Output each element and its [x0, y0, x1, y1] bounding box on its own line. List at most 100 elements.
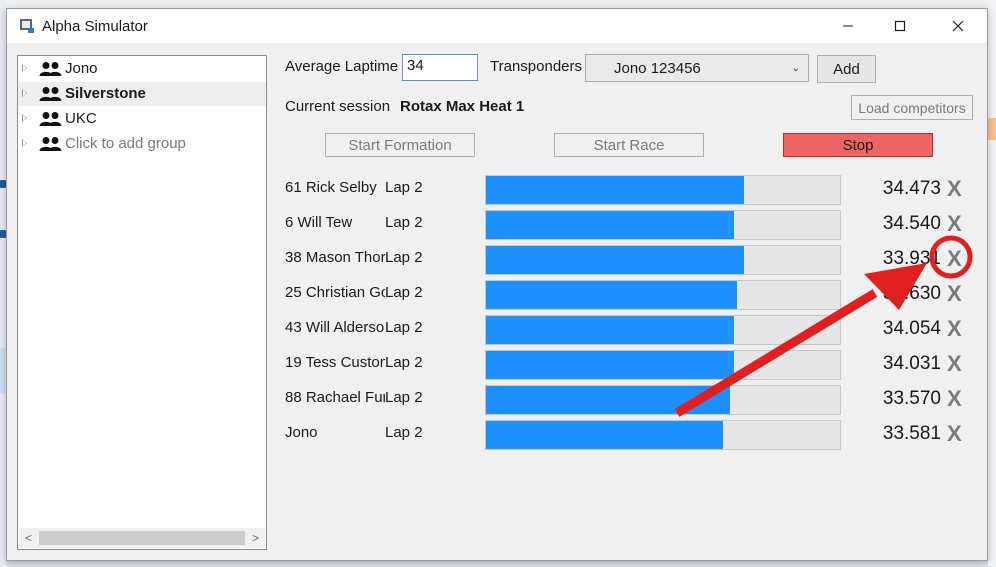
tree-item-label: Click to add group — [65, 135, 186, 152]
remove-competitor-icon[interactable]: X — [947, 246, 962, 272]
competitor-name: 88 Rachael Furl — [285, 389, 385, 406]
competitor-row: 61 Rick Selby Lap 2 34.473 X — [7, 172, 989, 206]
close-icon — [952, 20, 964, 32]
competitor-row: 19 Tess Custom Lap 2 34.031 X — [7, 347, 989, 381]
group-icon — [39, 87, 62, 101]
lap-progress-bar — [485, 210, 841, 240]
remove-competitor-icon[interactable]: X — [947, 386, 962, 412]
competitor-lap: Lap 2 — [385, 319, 423, 336]
add-transponder-button[interactable]: Add — [817, 55, 876, 83]
remove-competitor-icon[interactable]: X — [947, 176, 962, 202]
remove-competitor-icon[interactable]: X — [947, 351, 962, 377]
lap-progress-fill — [486, 351, 734, 379]
average-laptime-input[interactable]: 34 — [402, 54, 478, 81]
lap-progress-bar — [485, 280, 841, 310]
close-button[interactable] — [935, 9, 981, 43]
tree-item-label: Silverstone — [65, 85, 146, 102]
current-session-label: Current session — [285, 98, 391, 115]
remove-competitor-icon[interactable]: X — [947, 281, 962, 307]
competitor-row: 25 Christian Go Lap 2 34.630 X — [7, 277, 989, 311]
tree-item-add-group[interactable]: Click to add group — [18, 132, 266, 156]
competitor-name: 61 Rick Selby — [285, 179, 377, 196]
tree-item-jono[interactable]: Jono — [18, 57, 266, 81]
competitor-laptime: 34.473 — [882, 178, 941, 199]
alpha-simulator-window: Alpha Simulator Jono Silverstone UKC Cli… — [6, 8, 988, 561]
window-title: Alpha Simulator — [42, 18, 148, 35]
title-bar: Alpha Simulator — [7, 9, 987, 43]
competitor-lap: Lap 2 — [385, 424, 423, 441]
competitor-name: 43 Will Alderso — [285, 319, 385, 336]
tree-item-silverstone[interactable]: Silverstone — [18, 82, 266, 106]
chevron-down-icon: ⌄ — [791, 63, 800, 74]
lap-progress-bar — [485, 245, 841, 275]
competitor-laptime: 33.570 — [882, 388, 941, 409]
scroll-thumb[interactable] — [39, 531, 245, 545]
lap-progress-fill — [486, 386, 731, 414]
competitor-laptime: 33.581 — [882, 423, 941, 444]
remove-competitor-icon[interactable]: X — [947, 316, 962, 342]
lap-progress-bar — [485, 175, 841, 205]
competitor-laptime: 34.540 — [882, 213, 941, 234]
competitor-name: 19 Tess Custom — [285, 354, 385, 371]
minimize-button[interactable] — [825, 9, 871, 43]
competitor-row: 88 Rachael Furl Lap 2 33.570 X — [7, 382, 989, 416]
current-session-value: Rotax Max Heat 1 — [400, 98, 525, 115]
competitor-laptime: 33.931 — [882, 248, 941, 269]
competitor-laptime: 34.031 — [882, 353, 941, 374]
maximize-button[interactable] — [877, 9, 923, 43]
stop-button[interactable]: Stop — [783, 133, 933, 157]
lap-progress-bar — [485, 420, 841, 450]
lap-progress-fill — [486, 421, 724, 449]
group-icon — [39, 137, 62, 151]
expand-arrow-icon[interactable] — [22, 64, 27, 72]
lap-progress-fill — [486, 281, 738, 309]
competitor-row: Jono Lap 2 33.581 X — [7, 417, 989, 451]
competitor-row: 43 Will Alderso Lap 2 34.054 X — [7, 312, 989, 346]
lap-progress-fill — [486, 246, 745, 274]
app-icon — [20, 19, 34, 33]
remove-competitor-icon[interactable]: X — [947, 421, 962, 447]
competitor-name: 38 Mason Thor — [285, 249, 385, 266]
tree-item-ukc[interactable]: UKC — [18, 107, 266, 131]
horizontal-scrollbar[interactable]: < > — [19, 528, 265, 548]
competitor-lap: Lap 2 — [385, 354, 423, 371]
transponders-selected-value: Jono 123456 — [614, 60, 701, 77]
lap-progress-fill — [486, 211, 734, 239]
group-icon — [39, 112, 62, 126]
transponders-label: Transponders — [490, 58, 582, 75]
maximize-icon — [894, 20, 906, 32]
expand-arrow-icon[interactable] — [22, 89, 27, 97]
remove-competitor-icon[interactable]: X — [947, 211, 962, 237]
competitor-lap: Lap 2 — [385, 249, 423, 266]
lap-progress-fill — [486, 176, 745, 204]
competitor-name: 25 Christian Go — [285, 284, 385, 301]
background-app-right — [988, 0, 996, 567]
competitor-lap: Lap 2 — [385, 214, 423, 231]
load-competitors-button[interactable]: Load competitors — [851, 95, 973, 120]
average-laptime-label: Average Laptime — [285, 58, 399, 75]
tree-item-label: Jono — [65, 60, 98, 77]
competitor-lap: Lap 2 — [385, 179, 423, 196]
minimize-icon — [843, 25, 853, 27]
lap-progress-bar — [485, 385, 841, 415]
start-formation-button[interactable]: Start Formation — [325, 133, 475, 157]
scroll-right-icon[interactable]: > — [252, 531, 259, 545]
competitor-row: 38 Mason Thor Lap 2 33.931 X — [7, 242, 989, 276]
background-app-strip — [0, 0, 996, 8]
scroll-left-icon[interactable]: < — [25, 531, 32, 545]
competitor-row: 6 Will Tew Lap 2 34.540 X — [7, 207, 989, 241]
lap-progress-bar — [485, 350, 841, 380]
expand-arrow-icon[interactable] — [22, 114, 27, 122]
competitor-laptime: 34.054 — [882, 318, 941, 339]
competitor-name: Jono — [285, 424, 318, 441]
transponders-select[interactable]: Jono 123456 ⌄ — [585, 54, 809, 82]
competitor-lap: Lap 2 — [385, 389, 423, 406]
tree-item-label: UKC — [65, 110, 97, 127]
competitor-lap: Lap 2 — [385, 284, 423, 301]
competitor-laptime: 34.630 — [882, 283, 941, 304]
lap-progress-fill — [486, 316, 734, 344]
group-icon — [39, 62, 62, 76]
start-race-button[interactable]: Start Race — [554, 133, 704, 157]
competitor-name: 6 Will Tew — [285, 214, 353, 231]
expand-arrow-icon[interactable] — [22, 139, 27, 147]
